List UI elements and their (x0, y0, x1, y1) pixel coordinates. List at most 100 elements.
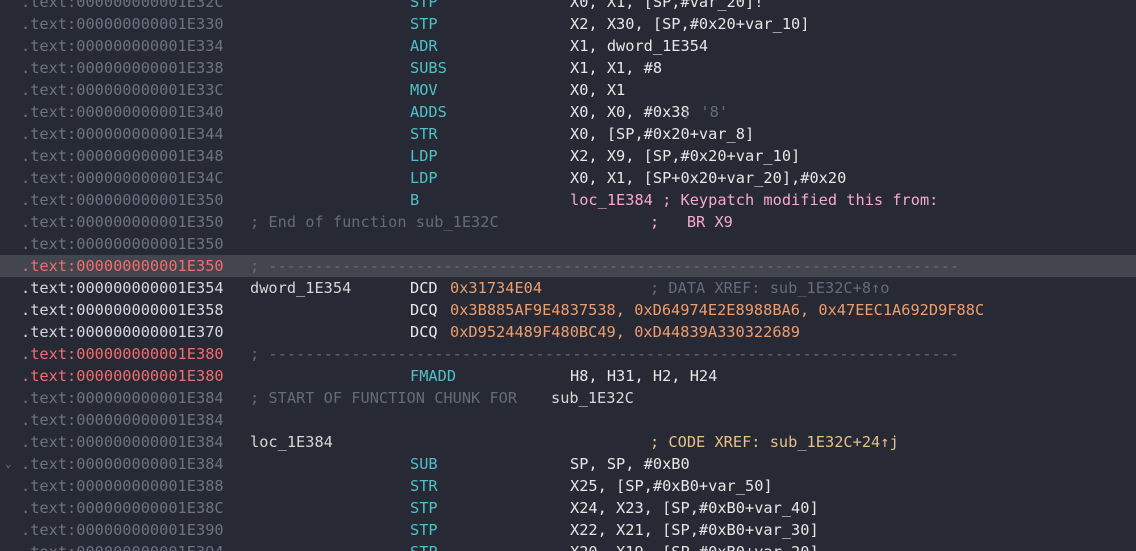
line-address[interactable]: .text:000000000001E34C (21, 167, 224, 189)
disassembly-view[interactable]: .text:000000000001E32C STP X0, X1, [SP,#va… (0, 0, 1136, 551)
data-value[interactable]: 0x3B885AF9E4837538, 0xD64974E2E8988BA6, … (450, 299, 984, 321)
listing-line[interactable]: .text:000000000001E388 STR X25, [SP,#0xB0+… (0, 475, 1136, 497)
listing-line[interactable]: .text:000000000001E338 SUBS X1, X1, #8 (0, 57, 1136, 79)
listing-line[interactable]: .text:000000000001E34C LDP X0, X1, [SP+0x2… (0, 167, 1136, 189)
xref-comment[interactable]: ; CODE XREF: sub_1E32C+24↑j (650, 431, 899, 453)
line-address[interactable]: .text:000000000001E350 (21, 233, 224, 255)
mnemonic[interactable]: STP (410, 541, 438, 551)
line-address[interactable]: .text:000000000001E358 (21, 299, 224, 321)
listing-line[interactable]: .text:000000000001E330 STP X2, X30, [SP,#0… (0, 13, 1136, 35)
line-address[interactable]: .text:000000000001E394 (21, 541, 224, 551)
line-address[interactable]: .text:000000000001E38C (21, 497, 224, 519)
operand-text[interactable]: X0, X1 (570, 79, 625, 101)
listing-line[interactable]: .text:000000000001E38C STP X24, X23, [SP,#… (0, 497, 1136, 519)
listing-line[interactable]: .text:000000000001E370 DCQ 0xD9524489F480B… (0, 321, 1136, 343)
listing-line[interactable]: .text:000000000001E358 DCQ 0x3B885AF9E4837… (0, 299, 1136, 321)
line-address[interactable]: .text:000000000001E33C (21, 79, 224, 101)
mnemonic[interactable]: STR (410, 475, 438, 497)
listing-line[interactable]: .text:000000000001E354 dword_1E354 DCD 0x31… (0, 277, 1136, 299)
operand-text[interactable]: X0, X1, [SP,#var_20]! (570, 0, 763, 13)
mnemonic[interactable]: STR (410, 123, 438, 145)
mnemonic[interactable]: STP (410, 13, 438, 35)
operand-text[interactable]: X0, [SP,#0x20+var_8] (570, 123, 754, 145)
data-value[interactable]: 0xD9524489F480BC49, 0xD44839A330322689 (450, 321, 800, 343)
listing-line[interactable]: .text:000000000001E350 ; ----------------… (0, 255, 1136, 277)
mnemonic[interactable]: ADDS (410, 101, 447, 123)
line-address[interactable]: .text:000000000001E388 (21, 475, 224, 497)
comment-text[interactable]: ; --------------------------------------… (250, 255, 959, 277)
collapse-chevron-icon[interactable]: ⌄ (5, 453, 19, 475)
comment-text[interactable]: ; End of function sub_1E32C (250, 211, 499, 233)
mnemonic[interactable]: DCQ (410, 321, 438, 343)
listing-line[interactable]: .text:000000000001E394 STP X20, X19, [SP,#… (0, 541, 1136, 551)
listing-line[interactable]: ⌄ .text:000000000001E384 SUB SP, SP, #0xB0 (0, 453, 1136, 475)
line-address[interactable]: .text:000000000001E384 (21, 453, 224, 475)
mnemonic[interactable]: FMADD (410, 365, 456, 387)
listing-line[interactable]: .text:000000000001E384 (0, 409, 1136, 431)
listing-line[interactable]: .text:000000000001E380 FMADD H8, H31, H2, … (0, 365, 1136, 387)
operand-text[interactable]: X0, X0, #0x38 (570, 101, 690, 123)
line-address[interactable]: .text:000000000001E390 (21, 519, 224, 541)
mnemonic[interactable]: LDP (410, 145, 438, 167)
listing-line[interactable]: .text:000000000001E350 ; End of function … (0, 211, 1136, 233)
line-address[interactable]: .text:000000000001E350 (21, 189, 224, 211)
listing-line[interactable]: .text:000000000001E33C MOV X0, X1 (0, 79, 1136, 101)
comment-text[interactable]: ; START OF FUNCTION CHUNK FOR (250, 387, 517, 409)
listing-line[interactable]: .text:000000000001E344 STR X0, [SP,#0x20+v… (0, 123, 1136, 145)
mnemonic[interactable]: DCQ (410, 299, 438, 321)
mnemonic[interactable]: MOV (410, 79, 438, 101)
listing-line[interactable]: .text:000000000001E380 ; ----------------… (0, 343, 1136, 365)
mnemonic[interactable]: ADR (410, 35, 438, 57)
operand-text[interactable]: X25, [SP,#0xB0+var_50] (570, 475, 773, 497)
comment-text[interactable]: ; DATA XREF: sub_1E32C+8↑o (650, 277, 889, 299)
line-address[interactable]: .text:000000000001E354 (21, 277, 224, 299)
line-address[interactable]: .text:000000000001E348 (21, 145, 224, 167)
operand-text[interactable]: X22, X21, [SP,#0xB0+var_30] (570, 519, 819, 541)
listing-line[interactable]: .text:000000000001E334 ADR X1, dword_1E354 (0, 35, 1136, 57)
line-address[interactable]: .text:000000000001E330 (21, 13, 224, 35)
mnemonic[interactable]: STP (410, 497, 438, 519)
comment-text[interactable]: ; --------------------------------------… (250, 343, 959, 365)
listing-line[interactable]: .text:000000000001E350 Bloc_1E384 ; Keypa… (0, 189, 1136, 211)
listing-line[interactable]: .text:000000000001E350 (0, 233, 1136, 255)
listing-line[interactable]: .text:000000000001E348 LDP X2, X9, [SP,#0x… (0, 145, 1136, 167)
operand-text[interactable]: X1, dword_1E354 (570, 35, 708, 57)
mnemonic[interactable]: STP (410, 519, 438, 541)
operand-text[interactable]: X0, X1, [SP+0x20+var_20],#0x20 (570, 167, 846, 189)
line-address[interactable]: .text:000000000001E384 (21, 431, 224, 453)
mnemonic[interactable]: LDP (410, 167, 438, 189)
operand-text[interactable]: loc_1E384 ; Keypatch modified this from: (570, 189, 938, 211)
mnemonic[interactable]: SUBS (410, 57, 447, 79)
label-name[interactable]: sub_1E32C (551, 387, 634, 409)
listing-line[interactable]: .text:000000000001E32C STP X0, X1, [SP,#va… (0, 0, 1136, 13)
operand-text[interactable]: SP, SP, #0xB0 (570, 453, 690, 475)
operand-text[interactable]: X1, X1, #8 (570, 57, 662, 79)
listing-line[interactable]: .text:000000000001E384 loc_1E384 ; CODE XR… (0, 431, 1136, 453)
line-address[interactable]: .text:000000000001E380 (21, 365, 224, 387)
mnemonic[interactable]: DCD (410, 277, 438, 299)
operand-text[interactable]: X20, X19, [SP,#0xB0+var_20] (570, 541, 819, 551)
listing-line[interactable]: .text:000000000001E384 ; START OF FUNCTIO… (0, 387, 1136, 409)
listing-line[interactable]: .text:000000000001E390 STP X22, X21, [SP,#… (0, 519, 1136, 541)
comment-text[interactable]: ; '8' (682, 101, 728, 123)
line-address[interactable]: .text:000000000001E334 (21, 35, 224, 57)
data-value[interactable]: 0x31734E04 (450, 277, 542, 299)
line-address[interactable]: .text:000000000001E380 (21, 343, 224, 365)
operand-text[interactable]: X24, X23, [SP,#0xB0+var_40] (570, 497, 819, 519)
mnemonic[interactable]: STP (410, 0, 438, 13)
operand-text[interactable]: ; BR X9 (650, 211, 733, 233)
operand-text[interactable]: X2, X9, [SP,#0x20+var_10] (570, 145, 800, 167)
line-address[interactable]: .text:000000000001E350 (21, 211, 224, 233)
label-name[interactable]: loc_1E384 (250, 431, 333, 453)
line-address[interactable]: .text:000000000001E338 (21, 57, 224, 79)
line-address[interactable]: .text:000000000001E370 (21, 321, 224, 343)
mnemonic[interactable]: SUB (410, 453, 438, 475)
label-name[interactable]: dword_1E354 (250, 277, 351, 299)
line-address[interactable]: .text:000000000001E344 (21, 123, 224, 145)
line-address[interactable]: .text:000000000001E32C (21, 0, 224, 13)
listing-line[interactable]: .text:000000000001E340 ADDS X0, X0, #0x38;… (0, 101, 1136, 123)
line-address[interactable]: .text:000000000001E384 (21, 387, 224, 409)
mnemonic[interactable]: B (410, 189, 419, 211)
line-address[interactable]: .text:000000000001E384 (21, 409, 224, 431)
operand-text[interactable]: X2, X30, [SP,#0x20+var_10] (570, 13, 809, 35)
